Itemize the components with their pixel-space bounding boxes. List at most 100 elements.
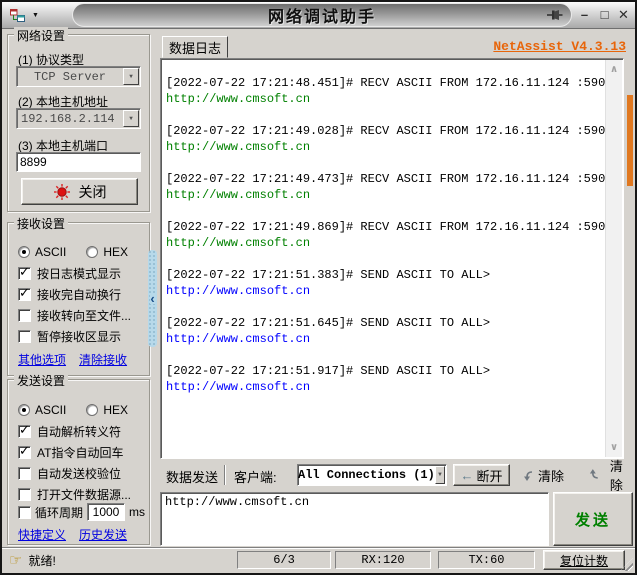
recv-links-row: 其他选项 清除接收: [18, 351, 127, 367]
other-options-link[interactable]: 其他选项: [18, 351, 66, 368]
send-links-row: 快捷定义 历史发送: [18, 526, 127, 542]
sidebar-collapse-splitter[interactable]: ‹: [148, 250, 157, 347]
tx-counter: TX:60: [438, 551, 535, 569]
scroll-up-icon[interactable]: ∧: [606, 64, 622, 75]
radio-hex[interactable]: HEX: [86, 403, 128, 417]
checkbox-icon: [18, 288, 31, 301]
log-entry-body: http://www.cmsoft.cn: [166, 283, 605, 299]
server-close-button[interactable]: 关闭: [21, 178, 138, 205]
radio-ascii[interactable]: ASCII: [18, 403, 66, 417]
maximize-button[interactable]: □: [596, 5, 613, 24]
status-message: ☞ 就绪!: [9, 552, 56, 569]
checkbox-icon: [18, 425, 31, 438]
network-nodes-icon: [9, 7, 26, 24]
log-entry-body: http://www.cmsoft.cn: [166, 139, 605, 155]
status-bar: ☞ 就绪! 6/3 RX:120 TX:60 复位计数: [2, 547, 635, 573]
port-input[interactable]: [16, 152, 141, 172]
version-link[interactable]: NetAssist V4.3.13: [493, 39, 626, 54]
chevron-down-icon[interactable]: ▼: [123, 110, 139, 127]
checkbox-auto-checksum[interactable]: 自动发送校验位: [18, 465, 121, 481]
log-entry: [2022-07-22 17:21:49.869]# RECV ASCII FR…: [166, 219, 605, 251]
network-settings-group: 网络设置 (1) 协议类型 TCP Server ▼ (2) 本地主机地址 19…: [7, 34, 150, 212]
checkbox-file-source[interactable]: 打开文件数据源...: [18, 486, 131, 502]
app-menu[interactable]: ▼: [9, 7, 39, 24]
clear-recv-link[interactable]: 清除接收: [79, 351, 127, 368]
send-settings-group: 发送设置 ASCII HEX 自动解析转义符 AT指令自动回车 自动发送校验位 …: [7, 379, 150, 545]
disconnect-button[interactable]: ← 断开: [453, 464, 510, 486]
rx-counter: RX:120: [335, 551, 431, 569]
log-entry-header: [2022-07-22 17:21:49.869]# RECV ASCII FR…: [166, 219, 605, 235]
client-select[interactable]: All Connections (1) ▼: [297, 464, 447, 486]
checkbox-pause-display[interactable]: 暂停接收区显示: [18, 328, 121, 344]
chevron-down-icon[interactable]: ▼: [123, 68, 139, 85]
reset-count-label: 复位计数: [560, 552, 608, 569]
log-entry: [2022-07-22 17:21:51.917]# SEND ASCII TO…: [166, 363, 605, 395]
checkbox-log-mode[interactable]: 按日志模式显示: [18, 265, 121, 281]
scroll-down-icon[interactable]: ∨: [606, 442, 622, 453]
clear-recv-button[interactable]: 清除: [520, 465, 564, 485]
log-entry-header: [2022-07-22 17:21:48.451]# RECV ASCII FR…: [166, 75, 605, 91]
checkbox-icon: [18, 506, 31, 519]
checkbox-icon: [18, 446, 31, 459]
send-button[interactable]: 发送: [553, 492, 633, 546]
clear-send-button[interactable]: 清除: [586, 465, 629, 485]
tab-data-send[interactable]: 数据发送: [166, 467, 218, 486]
reset-count-button[interactable]: 复位计数: [543, 550, 625, 570]
close-button[interactable]: ✕: [615, 5, 632, 24]
checkbox-label: AT指令自动回车: [37, 444, 123, 461]
client-label: 客户端:: [234, 467, 277, 486]
radio-ascii-label: ASCII: [35, 245, 66, 259]
left-arrow-icon: ←: [460, 468, 473, 483]
radio-icon: [86, 246, 98, 258]
quick-define-link[interactable]: 快捷定义: [18, 526, 66, 543]
window-title: 网络调试助手: [268, 3, 376, 27]
radio-icon: [86, 404, 98, 416]
client-value: All Connections (1): [298, 468, 435, 482]
host-value: 192.168.2.114: [17, 112, 123, 126]
checkbox-auto-escape[interactable]: 自动解析转义符: [18, 423, 121, 439]
recv-settings-group: 接收设置 ASCII HEX 按日志模式显示 接收完自动换行 接收转向至文件..…: [7, 222, 150, 376]
status-text: 就绪!: [28, 552, 55, 569]
log-scrollbar[interactable]: ∧ ∨: [605, 60, 622, 457]
log-entry-body: http://www.cmsoft.cn: [166, 331, 605, 347]
chevron-down-icon[interactable]: ▼: [435, 466, 445, 484]
checkbox-icon: [18, 467, 31, 480]
checkbox-cycle-send[interactable]: 循环周期 ms: [18, 504, 145, 520]
log-entry-body: http://www.cmsoft.cn: [166, 379, 605, 395]
connection-counter: 6/3: [237, 551, 331, 569]
checkbox-at-cr[interactable]: AT指令自动回车: [18, 444, 123, 460]
log-entry: [2022-07-22 17:21:51.383]# SEND ASCII TO…: [166, 267, 605, 299]
protocol-value: TCP Server: [17, 70, 123, 84]
log-entry-body: http://www.cmsoft.cn: [166, 235, 605, 251]
pin-button[interactable]: [546, 7, 564, 26]
clear-send-label: 清除: [604, 456, 629, 494]
minimize-button[interactable]: –: [576, 5, 593, 24]
host-select[interactable]: 192.168.2.114 ▼: [16, 108, 141, 129]
tab-data-log[interactable]: 数据日志: [162, 36, 228, 58]
group-title: 发送设置: [14, 372, 68, 389]
clear-recv-label: 清除: [538, 466, 564, 485]
checkbox-icon: [18, 267, 31, 280]
radio-hex[interactable]: HEX: [86, 245, 128, 259]
log-entry-header: [2022-07-22 17:21:51.645]# SEND ASCII TO…: [166, 315, 605, 331]
send-input[interactable]: http://www.cmsoft.cn: [160, 492, 549, 546]
recv-format-radios: ASCII HEX: [18, 244, 128, 260]
log-entry: [2022-07-22 17:21:51.645]# SEND ASCII TO…: [166, 315, 605, 347]
cycle-unit: ms: [129, 505, 145, 519]
data-log-area[interactable]: [2022-07-22 17:21:48.451]# RECV ASCII FR…: [160, 58, 624, 459]
checkbox-icon: [18, 330, 31, 343]
protocol-select[interactable]: TCP Server ▼: [16, 66, 141, 87]
send-format-radios: ASCII HEX: [18, 402, 128, 418]
cycle-input[interactable]: [87, 503, 125, 521]
radio-hex-label: HEX: [103, 403, 128, 417]
cycle-label: 循环周期: [35, 504, 83, 521]
log-entry-header: [2022-07-22 17:21:49.473]# RECV ASCII FR…: [166, 171, 605, 187]
pointing-hand-icon: ☞: [9, 554, 22, 568]
radio-ascii-label: ASCII: [35, 403, 66, 417]
checkbox-recv-to-file[interactable]: 接收转向至文件...: [18, 307, 131, 323]
log-content: [2022-07-22 17:21:48.451]# RECV ASCII FR…: [161, 59, 605, 458]
radio-ascii[interactable]: ASCII: [18, 245, 66, 259]
checkbox-auto-newline[interactable]: 接收完自动换行: [18, 286, 121, 302]
history-send-link[interactable]: 历史发送: [79, 526, 127, 543]
group-title: 接收设置: [14, 215, 68, 232]
